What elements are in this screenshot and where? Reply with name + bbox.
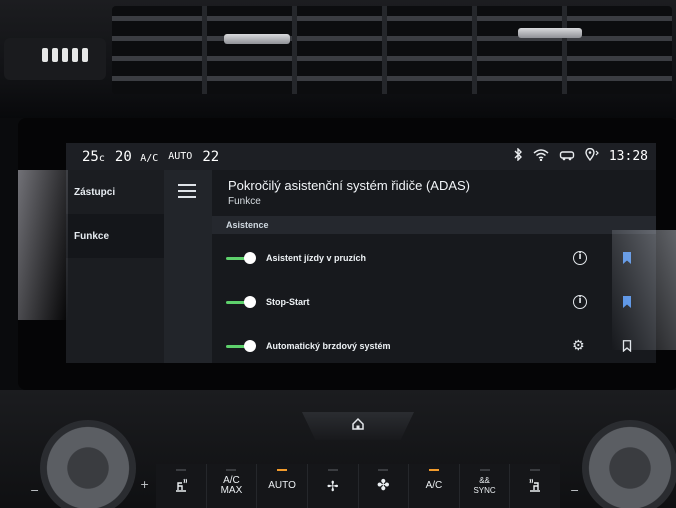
menu-column [164, 170, 212, 363]
info-icon[interactable]: i [573, 251, 587, 265]
bluetooth-icon [513, 147, 523, 165]
setting-label: Stop-Start [266, 297, 310, 307]
climate-buttons: A/C MAX AUTO ✢ ✤ A/C && SYNC [156, 464, 560, 508]
driver-temp-value: 25 [82, 148, 99, 165]
screen-glare [18, 170, 68, 320]
info-icon[interactable]: i [573, 295, 587, 309]
seat-heat-right-icon [527, 478, 543, 495]
center-air-vent [112, 6, 672, 94]
left-volume-knob[interactable] [40, 420, 136, 508]
auto-indicator[interactable]: AUTO [168, 151, 192, 162]
ac-max-button[interactable]: A/C MAX [207, 464, 258, 508]
infotainment-display: 25c 20 A/C AUTO 22 13:28 Zástupci Funkce… [66, 143, 656, 363]
sync-button[interactable]: && SYNC [460, 464, 511, 508]
sidebar-item-shortcuts[interactable]: Zástupci [66, 170, 164, 214]
auto-button[interactable]: AUTO [257, 464, 308, 508]
car-connect-icon [559, 149, 575, 165]
fan-speed[interactable]: 20 A/C [115, 149, 158, 165]
wifi-icon [533, 148, 549, 165]
section-header: Asistence [212, 216, 656, 234]
ac-button[interactable]: A/C [409, 464, 460, 508]
plus-mark: + [140, 478, 150, 491]
setting-row-lane-assist: Asistent jízdy v pruzích i [212, 238, 656, 278]
auto-brake-toggle[interactable] [226, 340, 256, 352]
button-label: SYNC [473, 486, 496, 495]
setting-label: Asistent jízdy v pruzích [266, 253, 367, 263]
fan-low-button[interactable]: ✢ [308, 464, 359, 508]
left-air-vent [4, 38, 106, 80]
setting-row-auto-brake: Automatický brzdový systém ⚙ [212, 326, 656, 363]
lane-assist-toggle[interactable] [226, 252, 256, 264]
sidebar-item-label: Funkce [74, 230, 110, 242]
passenger-temperature[interactable]: 22 [202, 149, 219, 165]
menu-icon[interactable] [178, 184, 196, 198]
right-temp-knob[interactable] [582, 420, 676, 508]
button-label: A/C MAX [220, 475, 243, 496]
seat-heat-left-button[interactable] [156, 464, 207, 508]
seat-heat-right-button[interactable] [510, 464, 560, 508]
setting-label: Automatický brzdový systém [266, 341, 391, 351]
home-icon [351, 417, 365, 435]
stop-start-toggle[interactable] [226, 296, 256, 308]
page-title: Pokročilý asistenční systém řidiče (ADAS… [228, 178, 471, 193]
ac-indicator: A/C [140, 152, 159, 164]
button-label: AUTO [268, 480, 296, 491]
minus-mark: − [570, 484, 580, 497]
sidebar-item-label: Zástupci [74, 186, 116, 198]
dashboard-top [0, 0, 676, 118]
fan-high-icon: ✤ [377, 477, 390, 494]
sidebar-item-functions[interactable]: Funkce [66, 214, 164, 258]
fan-icon: ✢ [326, 478, 339, 494]
seat-heat-icon [173, 478, 189, 495]
main-panel: Pokročilý asistenční systém řidiče (ADAS… [212, 170, 656, 363]
button-label: A/C [425, 480, 443, 491]
clock: 13:28 [608, 149, 648, 164]
page-subtitle: Funkce [228, 196, 261, 207]
fan-high-button[interactable]: ✤ [359, 464, 410, 508]
driver-temperature[interactable]: 25c [82, 149, 105, 165]
location-icon [585, 147, 599, 165]
sync-icon: && [479, 476, 490, 485]
screen-glare [612, 230, 676, 350]
setting-row-stop-start: Stop-Start i [212, 282, 656, 322]
gear-icon[interactable]: ⚙ [572, 338, 585, 354]
sidebar: Zástupci Funkce [66, 170, 164, 363]
home-button[interactable] [302, 412, 414, 440]
status-bar: 25c 20 A/C AUTO 22 13:28 [66, 143, 656, 170]
temp-unit: c [98, 152, 105, 164]
minus-mark: − [30, 484, 40, 497]
fan-speed-value: 20 [114, 148, 132, 165]
